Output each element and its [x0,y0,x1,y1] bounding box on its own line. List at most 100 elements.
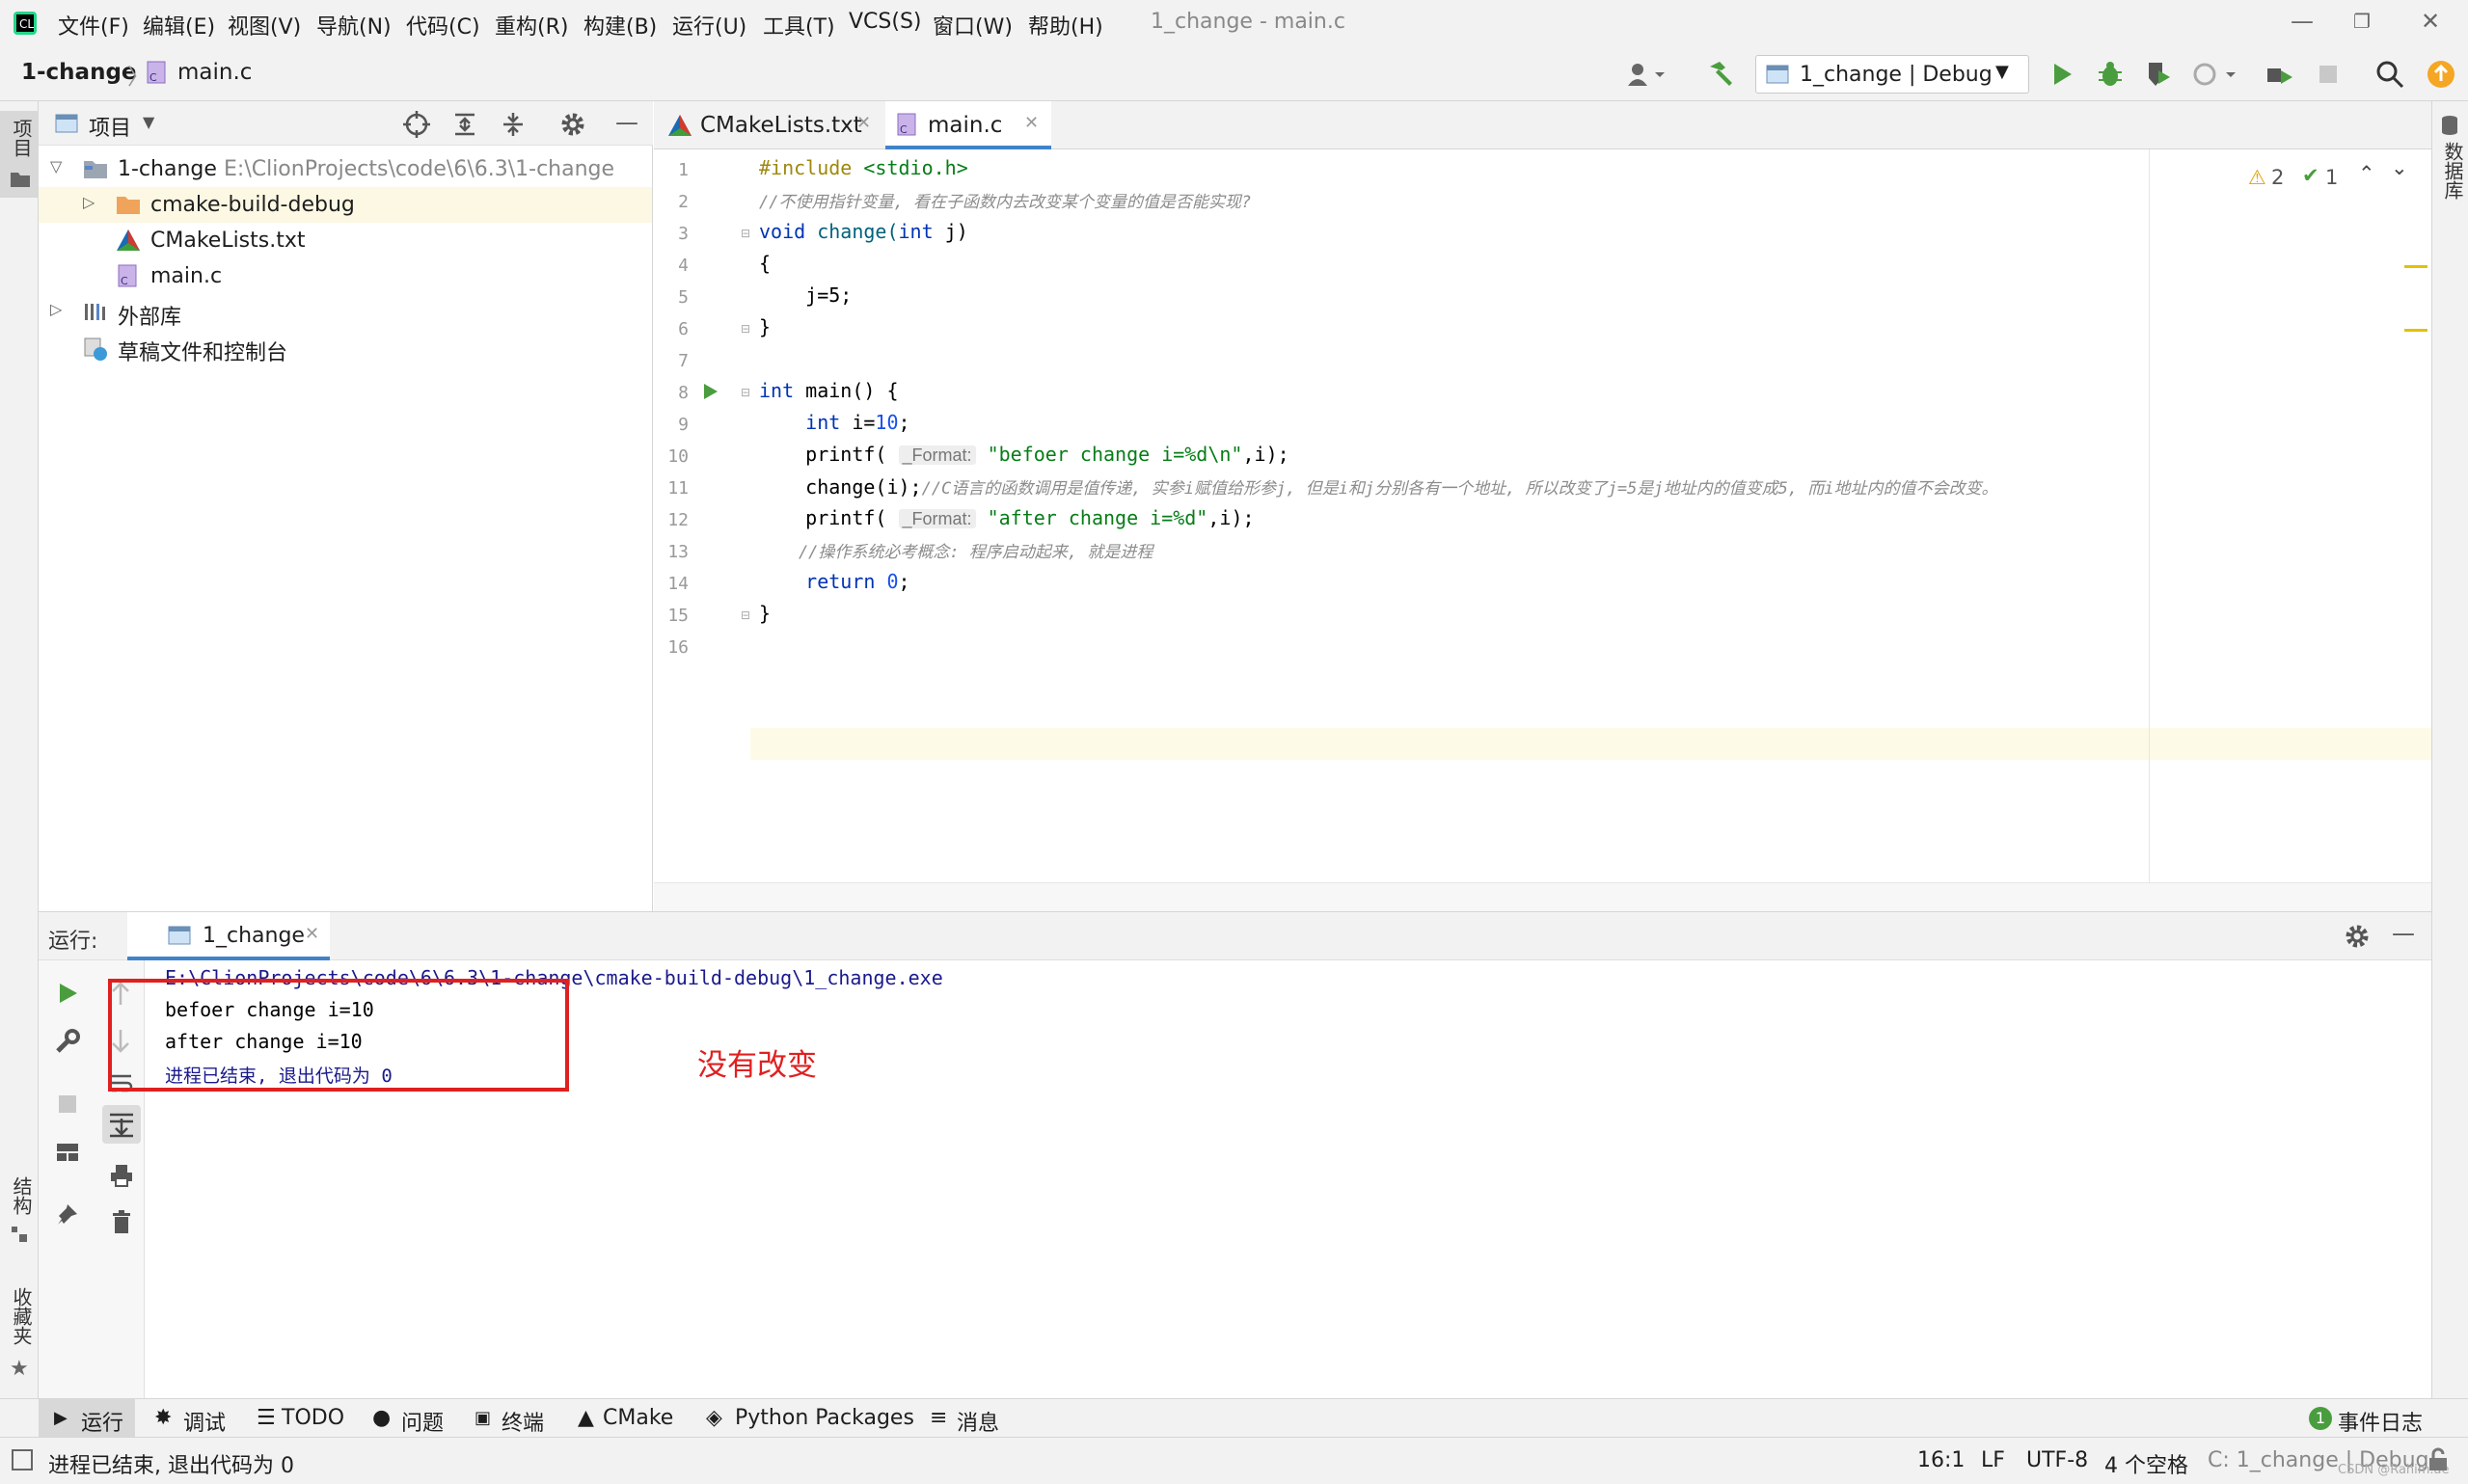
menu-build[interactable]: 构建(B) [583,10,657,40]
fold-icon[interactable]: ⊟ [741,608,750,622]
locate-crosshair-icon[interactable] [403,111,430,138]
database-tool-tab[interactable]: 数据库 [2436,115,2465,221]
breadcrumb-project[interactable]: 1-change [21,60,137,85]
line-separator[interactable]: LF [1981,1448,2005,1472]
code-line-2[interactable]: //不使用指针变量, 看在子函数内去改变某个变量的值是否能实现? [759,188,1251,212]
tool-window-todo[interactable]: ☰ TODO [251,1399,347,1438]
status-toggle-icon[interactable] [12,1449,33,1471]
code-line-8[interactable]: int main() { [759,379,899,402]
warning-stripe-1[interactable] [2404,265,2427,268]
code-line-6[interactable]: } [759,315,771,338]
lock-icon[interactable] [2427,1447,2450,1472]
restore-icon[interactable]: ❐ [2353,10,2371,33]
close-tab-icon[interactable]: ✕ [305,924,319,944]
menu-view[interactable]: 视图(V) [228,10,301,40]
tool-window-terminal[interactable]: ▣ 终端 [471,1399,567,1438]
hide-panel-icon[interactable]: — [615,109,638,136]
trash-icon[interactable] [109,1209,134,1234]
tab-main-c[interactable]: C main.c ✕ [885,101,1051,149]
view-mode-dropdown-icon[interactable]: ▼ [143,113,154,131]
hide-panel-icon[interactable]: — [2392,920,2415,947]
menu-tools[interactable]: 工具(T) [763,10,835,40]
code-line-11[interactable]: change(i);//C语言的函数调用是值传递, 实参i赋值给形参j, 但是i… [759,474,1997,499]
profile-icon[interactable] [2191,59,2236,90]
horizontal-scrollbar[interactable] [654,882,2431,911]
stop-icon[interactable] [54,1091,81,1118]
inspection-widget[interactable]: ⚠ 2 ✔ 1 ⌃ ⌄ [2248,156,2431,197]
build-hammer-icon[interactable] [1705,59,1736,90]
tool-window-cmake[interactable]: ▲ CMake [574,1399,680,1438]
tree-row-main-c[interactable]: C main.c [39,258,652,294]
file-encoding[interactable]: UTF-8 [2026,1448,2088,1472]
run-gutter-icon[interactable] [702,382,719,401]
wrench-icon[interactable] [54,1028,81,1055]
tool-window-event-log[interactable]: 1 事件日志 [2305,1399,2430,1438]
code-line-14[interactable]: return 0; [759,570,909,593]
menu-run[interactable]: 运行(U) [672,10,746,40]
tool-window-run[interactable]: ▶ 运行 [39,1399,135,1438]
menu-code[interactable]: 代码(C) [406,10,480,40]
warning-stripe-2[interactable] [2404,329,2427,332]
layout-icon[interactable] [54,1139,81,1166]
chevron-right-icon[interactable]: ▷ [83,193,95,211]
prev-highlight-icon[interactable]: ⌃ [2358,162,2375,185]
structure-tool-tab[interactable]: 结构 [4,1176,35,1254]
attach-debugger-icon[interactable] [2264,59,2294,90]
tree-row-root[interactable]: ▽ 1-change E:\ClionProjects\code\6\6.3\1… [39,151,652,187]
tree-row-cmakelists[interactable]: CMakeLists.txt [39,223,652,258]
close-tab-icon[interactable]: ✕ [1024,113,1039,133]
pin-icon[interactable] [54,1201,81,1228]
gear-icon[interactable] [559,111,586,138]
update-icon[interactable] [2426,59,2456,90]
debug-bug-icon[interactable] [2095,59,2126,90]
run-tab[interactable]: 1_change ✕ [127,912,330,960]
tool-window-debug[interactable]: ✸ 调试 [145,1399,241,1438]
fold-icon[interactable]: ⊟ [741,386,750,399]
close-icon[interactable]: ✕ [2421,8,2440,35]
run-configuration-select[interactable]: 1_change | Debug ▼ [1755,55,2029,94]
tree-row-external-libs[interactable]: ▷ 外部库 [39,294,652,330]
code-line-9[interactable]: int i=10; [759,411,909,434]
fold-icon[interactable]: ⊟ [741,322,750,336]
code-line-1[interactable]: #include <stdio.h> [759,156,968,179]
tool-window-python-packages[interactable]: ◈ Python Packages [702,1399,914,1438]
code-line-13[interactable]: //操作系统必考概念: 程序启动起来, 就是进程 [759,538,1153,562]
favorites-tool-tab[interactable]: 收藏夹 ★ [4,1287,35,1384]
menu-file[interactable]: 文件(F) [58,10,129,40]
fold-icon[interactable]: ⊟ [741,227,750,240]
chevron-down-icon[interactable]: ▽ [50,157,62,175]
menu-vcs[interactable]: VCS(S) [849,10,922,34]
code-line-3[interactable]: void change(int j) [759,220,968,243]
close-tab-icon[interactable]: ✕ [856,113,871,133]
run-icon[interactable] [2047,59,2077,90]
indent-setting[interactable]: 4 个空格 [2104,1448,2188,1479]
code-line-12[interactable]: printf( _Format: "after change i=%d",i); [759,506,1254,529]
expand-all-icon[interactable] [451,111,478,138]
code-line-15[interactable]: } [759,602,771,625]
scroll-to-end-toggle[interactable] [102,1105,141,1144]
menu-refactor[interactable]: 重构(R) [495,10,568,40]
tab-cmakelists[interactable]: CMakeLists.txt ✕ [654,101,876,149]
breadcrumb-file[interactable]: main.c [177,60,252,85]
coverage-icon[interactable] [2143,59,2174,90]
menu-navigate[interactable]: 导航(N) [316,10,392,40]
user-icon[interactable] [1626,59,1665,90]
project-tool-tab[interactable]: 项目 [0,111,39,198]
gear-icon[interactable] [2344,923,2371,950]
tree-row-scratches[interactable]: 草稿文件和控制台 [39,330,652,365]
collapse-all-icon[interactable] [500,111,527,138]
caret-position[interactable]: 16:1 [1917,1448,1965,1472]
tool-window-problems[interactable]: ● 问题 [366,1399,463,1438]
next-highlight-icon[interactable]: ⌄ [2391,156,2408,179]
project-panel-title[interactable]: 项目 [89,111,131,142]
code-line-5[interactable]: j=5; [759,283,852,307]
menu-window[interactable]: 窗口(W) [933,10,1013,40]
chevron-right-icon[interactable]: ▷ [50,300,62,318]
rerun-icon[interactable] [54,980,81,1007]
menu-help[interactable]: 帮助(H) [1028,10,1103,40]
code-line-4[interactable]: { [759,252,771,275]
print-icon[interactable] [109,1163,134,1188]
minimize-icon[interactable]: — [2291,8,2314,35]
code-line-10[interactable]: printf( _Format: "befoer change i=%d\n",… [759,443,1289,466]
tool-window-messages[interactable]: ≡ 消息 [926,1399,1022,1438]
